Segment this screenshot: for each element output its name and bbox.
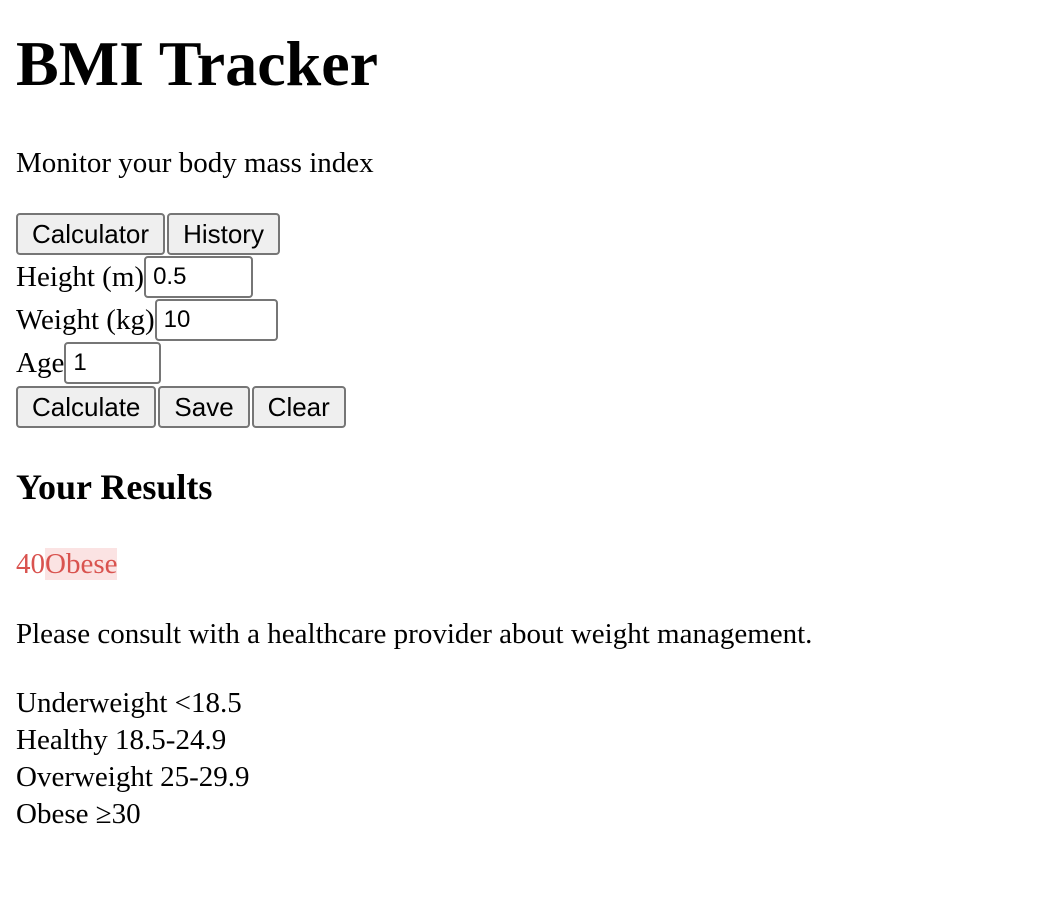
legend-item-underweight: Underweight <18.5: [16, 687, 242, 719]
clear-button[interactable]: Clear: [251, 386, 346, 428]
weight-input[interactable]: [154, 299, 278, 341]
bmi-result: 40Obese: [16, 546, 118, 582]
weight-label: Weight (kg): [16, 304, 155, 336]
weight-row: Weight (kg): [16, 299, 278, 341]
legend-item-healthy: Healthy 18.5-24.9: [16, 724, 227, 756]
save-button[interactable]: Save: [158, 386, 250, 428]
tab-history[interactable]: History: [167, 213, 280, 255]
advice-text: Please consult with a healthcare provide…: [16, 618, 813, 650]
age-label: Age: [16, 347, 65, 379]
calculate-button[interactable]: Calculate: [16, 386, 157, 428]
legend-item-obese: Obese ≥30: [16, 798, 141, 830]
bmi-category-legend: Underweight <18.5 Healthy 18.5-24.9 Over…: [16, 685, 250, 833]
height-input[interactable]: [144, 256, 254, 298]
height-label: Height (m): [16, 261, 145, 293]
tab-calculator[interactable]: Calculator: [16, 213, 166, 255]
bmi-category-badge: Obese: [45, 548, 118, 580]
page-title: BMI Tracker: [16, 28, 378, 99]
tab-bar: Calculator History: [16, 213, 280, 255]
age-input[interactable]: [64, 342, 162, 384]
age-row: Age: [16, 342, 162, 384]
results-heading: Your Results: [16, 467, 213, 507]
page-subtitle: Monitor your body mass index: [16, 147, 374, 179]
height-row: Height (m): [16, 256, 254, 298]
legend-item-overweight: Overweight 25-29.9: [16, 761, 250, 793]
action-buttons: Calculate Save Clear: [16, 386, 346, 428]
bmi-value: 40: [16, 548, 45, 580]
